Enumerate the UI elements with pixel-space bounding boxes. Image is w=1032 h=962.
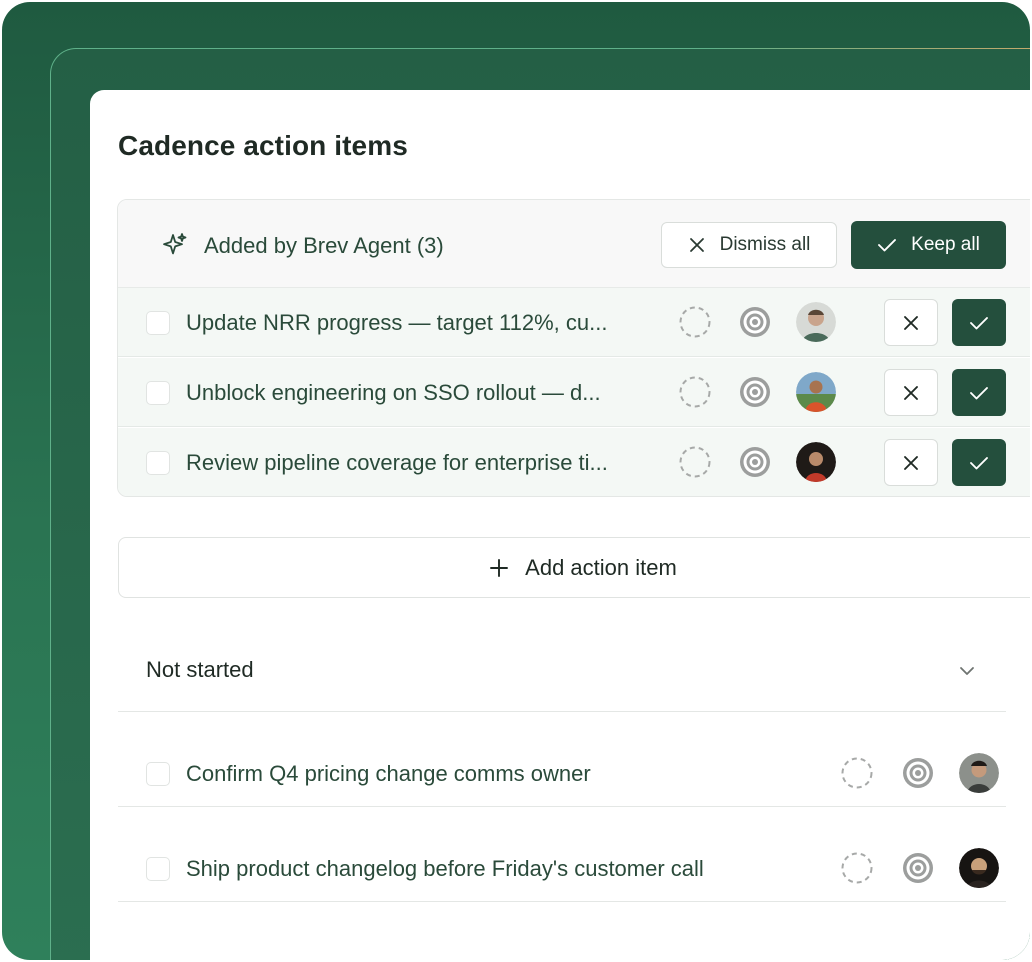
agent-header: Added by Brev Agent (3) Dismiss all Keep… (118, 200, 1030, 288)
close-icon (904, 385, 918, 400)
status-not-started-icon[interactable] (840, 756, 874, 790)
avatar[interactable] (959, 753, 999, 793)
row-title: Ship product changelog before Friday's c… (186, 856, 704, 881)
row-checkbox[interactable] (146, 762, 170, 786)
row-title: Review pipeline coverage for enterprise … (186, 450, 608, 475)
row-checkbox[interactable] (146, 311, 170, 335)
target-icon[interactable] (738, 445, 772, 479)
action-items-panel: Cadence action items Added by Brev Agent… (90, 90, 1030, 960)
task-row[interactable]: Ship product changelog before Friday's c… (118, 807, 1006, 902)
row-checkbox[interactable] (146, 451, 170, 475)
close-icon (904, 455, 918, 470)
dismiss-item-button[interactable] (884, 439, 938, 486)
close-icon (904, 315, 918, 330)
agent-label: Added by Brev Agent (3) (204, 233, 444, 258)
check-icon (970, 386, 988, 399)
check-icon (970, 316, 988, 329)
status-not-started-icon[interactable] (678, 305, 712, 339)
keep-all-label: Keep all (911, 234, 980, 255)
not-started-section-header[interactable]: Not started (118, 632, 1006, 712)
agent-suggestion-row[interactable]: Review pipeline coverage for enterprise … (118, 428, 1030, 496)
plus-icon (490, 558, 509, 577)
status-not-started-icon[interactable] (840, 851, 874, 885)
check-icon (878, 239, 897, 252)
app-frame: Cadence action items Added by Brev Agent… (2, 2, 1030, 960)
dismiss-item-button[interactable] (884, 369, 938, 416)
keep-item-button[interactable] (952, 369, 1006, 416)
page-title: Cadence action items (118, 130, 408, 161)
row-title: Confirm Q4 pricing change comms owner (186, 761, 591, 786)
add-action-item-button[interactable]: Add action item (118, 537, 1030, 598)
section-label: Not started (146, 657, 254, 682)
dismiss-all-label: Dismiss all (719, 234, 811, 255)
task-row[interactable]: Confirm Q4 pricing change comms owner (118, 712, 1006, 807)
agent-suggestions: Added by Brev Agent (3) Dismiss all Keep… (117, 199, 1030, 497)
status-not-started-icon[interactable] (678, 445, 712, 479)
dismiss-item-button[interactable] (884, 299, 938, 346)
keep-item-button[interactable] (952, 299, 1006, 346)
add-action-item-label: Add action item (525, 554, 677, 580)
target-icon[interactable] (901, 851, 935, 885)
check-icon (970, 456, 988, 469)
target-icon[interactable] (738, 305, 772, 339)
sparkle-icon (163, 233, 187, 255)
avatar[interactable] (959, 848, 999, 888)
status-not-started-icon[interactable] (678, 375, 712, 409)
target-icon[interactable] (738, 375, 772, 409)
avatar[interactable] (796, 372, 836, 412)
keep-all-button[interactable]: Keep all (851, 221, 1006, 269)
row-title: Unblock engineering on SSO rollout — d..… (186, 380, 601, 405)
agent-suggestion-row[interactable]: Update NRR progress — target 112%, cu... (118, 288, 1030, 357)
dismiss-all-button[interactable]: Dismiss all (661, 222, 837, 268)
avatar[interactable] (796, 302, 836, 342)
row-checkbox[interactable] (146, 857, 170, 881)
chevron-down-icon[interactable] (956, 660, 978, 682)
row-checkbox[interactable] (146, 381, 170, 405)
target-icon[interactable] (901, 756, 935, 790)
row-title: Update NRR progress — target 112%, cu... (186, 310, 608, 335)
keep-item-button[interactable] (952, 439, 1006, 486)
agent-suggestion-row[interactable]: Unblock engineering on SSO rollout — d..… (118, 358, 1030, 427)
close-icon (689, 238, 704, 252)
avatar[interactable] (796, 442, 836, 482)
